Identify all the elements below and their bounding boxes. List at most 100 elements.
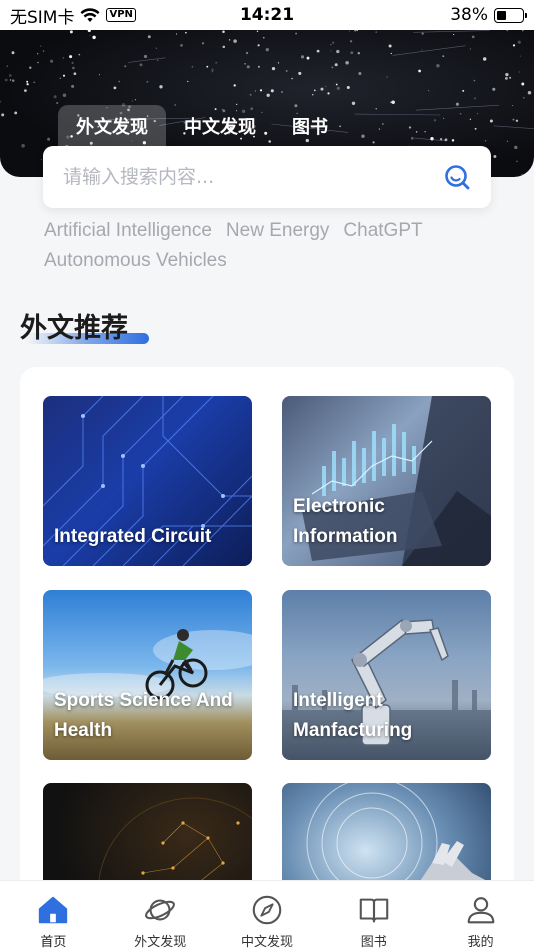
- hero-dot: [474, 97, 477, 100]
- hero-dot: [254, 90, 256, 92]
- hero-dot: [459, 112, 462, 115]
- hero-dot: [512, 118, 515, 121]
- hero-dot: [87, 30, 91, 32]
- tab-label: 我的: [467, 935, 494, 950]
- hero-dot: [0, 100, 2, 103]
- hero-dot: [518, 71, 520, 73]
- hero-dot: [295, 32, 298, 35]
- hero-line: [128, 57, 166, 63]
- hero-dot: [39, 45, 42, 47]
- tab-label: 图书: [360, 935, 387, 950]
- tab-profile-nav[interactable]: 我的: [427, 881, 534, 950]
- hero-dot: [228, 39, 231, 41]
- hero-dot: [37, 53, 39, 55]
- search-box: [43, 146, 491, 208]
- category-card-integrated-circuit[interactable]: Integrated Circuit: [43, 396, 252, 566]
- planet-icon: [145, 899, 176, 921]
- hot-tag-artificial-intelligence[interactable]: Artificial Intelligence: [44, 218, 212, 244]
- hero-dot: [489, 119, 493, 123]
- compass-icon: [252, 895, 282, 925]
- hero-dot: [78, 53, 81, 56]
- hero-dot: [0, 172, 4, 176]
- hero-line: [354, 113, 441, 116]
- status-bar: 无SIM卡 VPN 14:21 38%: [0, 0, 534, 30]
- hero-dot: [476, 112, 479, 115]
- hot-tag-autonomous-vehicles[interactable]: Autonomous Vehicles: [44, 248, 227, 274]
- tab-chinese-discovery-nav[interactable]: 中文发现: [214, 881, 321, 950]
- search-input[interactable]: [63, 166, 443, 188]
- hero-dot: [73, 72, 77, 76]
- hero-dot: [504, 76, 508, 80]
- hero-dot: [474, 127, 477, 130]
- recommendation-panel: Integrated Circuit Electronic Informatio…: [20, 367, 514, 927]
- hero-dot: [53, 95, 57, 99]
- hero-dot: [378, 128, 380, 130]
- hero-dot: [439, 138, 443, 141]
- hero-dot: [433, 119, 437, 122]
- hero-dot: [69, 55, 73, 59]
- hero-dot: [335, 83, 338, 86]
- hero-dot: [24, 89, 27, 92]
- hero-dot: [157, 59, 159, 61]
- hero-dot: [390, 52, 392, 55]
- carrier-label: 无SIM卡: [10, 7, 75, 28]
- hero-dot: [1, 113, 5, 117]
- hero-dot: [11, 51, 15, 55]
- hero-dot: [520, 173, 523, 176]
- hero-dot: [410, 136, 414, 140]
- hero-dot: [354, 30, 357, 32]
- hero-dot: [9, 74, 12, 77]
- hero-dot: [336, 86, 340, 90]
- hero-dot: [492, 87, 496, 91]
- category-label: Sports Science And Health: [54, 690, 233, 741]
- hero-dot: [206, 65, 209, 68]
- hero-dot: [473, 79, 476, 82]
- hero-dot: [147, 35, 151, 39]
- category-card-sports-science[interactable]: Sports Science And Health: [43, 590, 252, 760]
- hero-dot: [316, 49, 320, 53]
- hero-dot: [442, 55, 445, 58]
- hot-search-tags: Artificial Intelligence New Energy ChatG…: [44, 218, 484, 274]
- hero-dot: [249, 93, 252, 96]
- hero-dot: [506, 30, 509, 32]
- hot-tag-new-energy[interactable]: New Energy: [226, 218, 330, 244]
- hero-dot: [505, 72, 509, 77]
- hot-tag-chatgpt[interactable]: ChatGPT: [343, 218, 422, 244]
- hero-dot: [455, 102, 459, 106]
- search-icon[interactable]: [443, 163, 471, 191]
- hero-dot: [351, 101, 356, 105]
- hero-dot: [62, 74, 66, 77]
- hero-dot: [71, 84, 75, 88]
- hero-dot: [391, 100, 395, 105]
- hero-dot: [336, 49, 340, 54]
- hero-dot: [493, 155, 497, 158]
- hero-dot: [327, 92, 330, 95]
- hero-dot: [443, 117, 445, 119]
- hero-dot: [233, 84, 236, 87]
- hero-dot: [453, 34, 455, 36]
- hero-dot: [26, 83, 29, 86]
- hero-dot: [300, 55, 305, 59]
- hero-dot: [89, 34, 91, 37]
- status-right: 38%: [450, 5, 527, 25]
- hero-dot: [469, 118, 472, 120]
- hero-dot: [259, 89, 263, 92]
- hero-dot: [285, 70, 288, 72]
- tab-foreign-discovery-nav[interactable]: 外文发现: [107, 881, 214, 950]
- hero-dot: [139, 63, 143, 67]
- hero-dot: [361, 134, 365, 138]
- hero-dot: [348, 30, 351, 32]
- hero-dot: [222, 30, 225, 33]
- tab-books-nav[interactable]: 图书: [320, 881, 427, 950]
- hero-dot: [246, 65, 250, 69]
- category-card-electronic-information[interactable]: Electronic Information: [282, 396, 491, 566]
- hero-dot: [451, 139, 455, 142]
- hero-dot: [313, 89, 316, 92]
- category-card-intelligent-manufacturing[interactable]: Intelligent Manfacturing: [282, 590, 491, 760]
- hero-dot: [71, 61, 74, 64]
- tab-home[interactable]: 首页: [0, 881, 107, 950]
- hero-dot: [372, 141, 375, 144]
- hero-dot: [159, 85, 163, 89]
- hero-dot: [356, 30, 359, 32]
- hero-dot: [346, 86, 350, 89]
